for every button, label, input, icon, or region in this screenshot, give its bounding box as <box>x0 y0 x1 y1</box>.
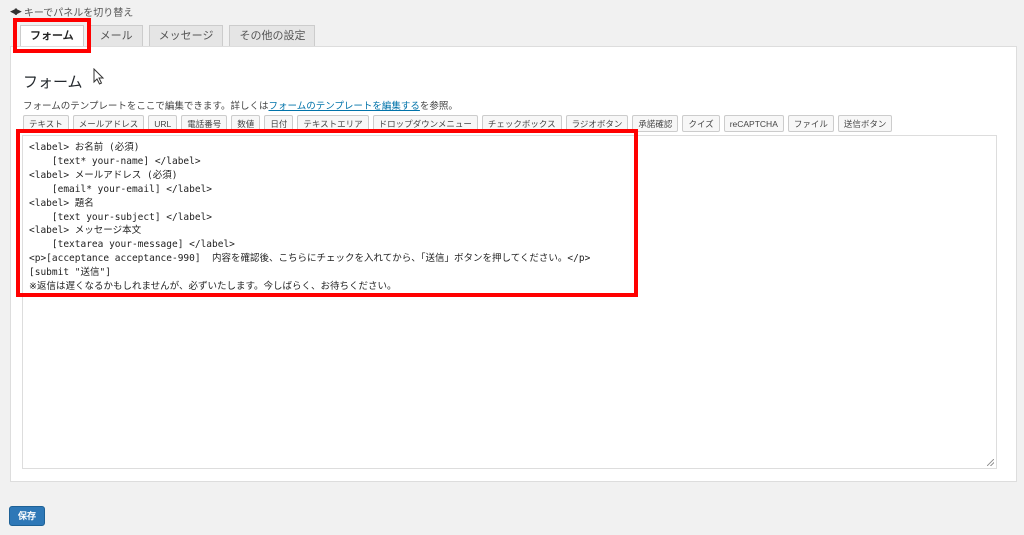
description-suffix: を参照。 <box>419 101 458 112</box>
tag-button-file[interactable]: ファイル <box>787 115 834 132</box>
tag-button-radio[interactable]: ラジオボタン <box>565 115 629 132</box>
tag-generator-buttons: テキスト メールアドレス URL 電話番号 数値 日付 テキストエリア ドロップ… <box>23 115 893 132</box>
tag-button-acceptance[interactable]: 承諾確認 <box>632 115 679 132</box>
tab-bar: フォーム メール メッセージ その他の設定 <box>13 18 316 53</box>
panel-toggle-hint: ◀▶ キーでパネルを切り替え <box>10 4 134 20</box>
tag-button-recaptcha[interactable]: reCAPTCHA <box>723 115 784 132</box>
save-button[interactable]: 保存 <box>9 506 46 526</box>
toggle-hint-text: キーでパネルを切り替え <box>23 8 134 19</box>
tab-form[interactable]: フォーム <box>13 18 91 53</box>
tag-button-dropdown[interactable]: ドロップダウンメニュー <box>372 115 478 132</box>
description-prefix: フォームのテンプレートをここで編集できます。詳しくは <box>23 101 269 112</box>
panel-description: フォームのテンプレートをここで編集できます。詳しくはフォームのテンプレートを編集… <box>23 98 458 112</box>
tag-button-email[interactable]: メールアドレス <box>72 115 145 132</box>
tag-button-submit[interactable]: 送信ボタン <box>837 115 893 132</box>
tab-mail[interactable]: メール <box>89 25 143 46</box>
tag-button-tel[interactable]: 電話番号 <box>181 115 228 132</box>
form-panel: フォーム フォームのテンプレートをここで編集できます。詳しくはフォームのテンプレ… <box>10 46 1017 482</box>
tag-button-number[interactable]: 数値 <box>231 115 261 132</box>
tag-button-date[interactable]: 日付 <box>264 115 294 132</box>
edit-template-link[interactable]: フォームのテンプレートを編集する <box>268 101 419 112</box>
panel-title: フォーム <box>23 73 83 91</box>
form-template-editor[interactable]: <label> お名前 (必須) [text* your-name] </lab… <box>22 135 997 469</box>
mouse-cursor-icon <box>93 68 105 85</box>
tab-additional-settings[interactable]: その他の設定 <box>229 25 316 46</box>
tag-button-text[interactable]: テキスト <box>23 115 69 132</box>
tag-button-textarea[interactable]: テキストエリア <box>297 115 369 132</box>
tag-button-quiz[interactable]: クイズ <box>682 115 720 132</box>
left-right-arrows-icon: ◀▶ <box>10 6 22 17</box>
tag-button-checkbox[interactable]: チェックボックス <box>481 115 562 132</box>
tab-messages[interactable]: メッセージ <box>148 25 224 46</box>
tag-button-url[interactable]: URL <box>148 115 178 132</box>
form-template-content[interactable]: <label> お名前 (必須) [text* your-name] </lab… <box>29 141 590 294</box>
resize-grip-icon[interactable] <box>987 459 994 466</box>
